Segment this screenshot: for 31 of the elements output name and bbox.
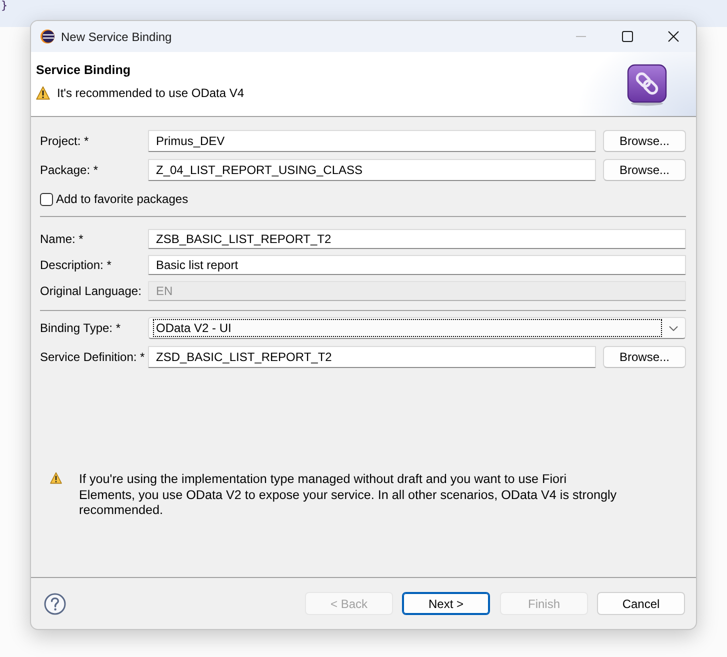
chain-link-icon bbox=[627, 64, 667, 106]
dropdown[interactable]: OData V2 - UI bbox=[148, 317, 686, 339]
browse-button[interactable]: Browse... bbox=[603, 159, 686, 181]
help-icon[interactable] bbox=[44, 592, 66, 614]
checkbox-label: Add to favorite packages bbox=[56, 192, 188, 206]
warning-icon bbox=[50, 472, 62, 484]
checkbox[interactable] bbox=[40, 192, 53, 206]
caret-icon bbox=[669, 326, 678, 330]
field-label: Binding Type: * bbox=[40, 321, 122, 335]
browse-button[interactable]: Browse... bbox=[603, 130, 686, 152]
text-field[interactable]: Z_04_LIST_REPORT_USING_CLASS bbox=[148, 159, 596, 181]
field-label: Description: * bbox=[40, 258, 112, 272]
field-label: Package: * bbox=[40, 163, 100, 177]
warning-icon bbox=[36, 86, 50, 100]
text-field[interactable]: ZSB_BASIC_LIST_REPORT_T2 bbox=[148, 229, 686, 249]
header-message: It's recommended to use OData V4 bbox=[57, 86, 244, 100]
code-text: } bbox=[1, 0, 8, 12]
dialog-button[interactable]: Cancel bbox=[597, 592, 685, 615]
page-title: Service Binding bbox=[36, 62, 132, 78]
browse-button[interactable]: Browse... bbox=[603, 346, 686, 368]
text-field[interactable]: Basic list report bbox=[148, 255, 686, 275]
window-title: New Service Binding bbox=[61, 30, 172, 44]
field-label: Service Definition: * bbox=[40, 350, 146, 364]
dialog-button[interactable]: Next > bbox=[402, 592, 490, 615]
field-label: Original Language: bbox=[40, 284, 142, 298]
text-field[interactable]: ZSD_BASIC_LIST_REPORT_T2 bbox=[148, 346, 596, 368]
field-label: Name: * bbox=[40, 232, 84, 246]
info-message: If you're using the implementation type managed without draft and you want to use Fiori Elements, you use OData V2 to expose your service. In all other scenarios, OData V4 is strongly recommended. bbox=[79, 472, 618, 518]
text-field[interactable]: Primus_DEV bbox=[148, 130, 596, 152]
field-label: Project: * bbox=[40, 134, 90, 148]
app-icon bbox=[40, 29, 55, 44]
